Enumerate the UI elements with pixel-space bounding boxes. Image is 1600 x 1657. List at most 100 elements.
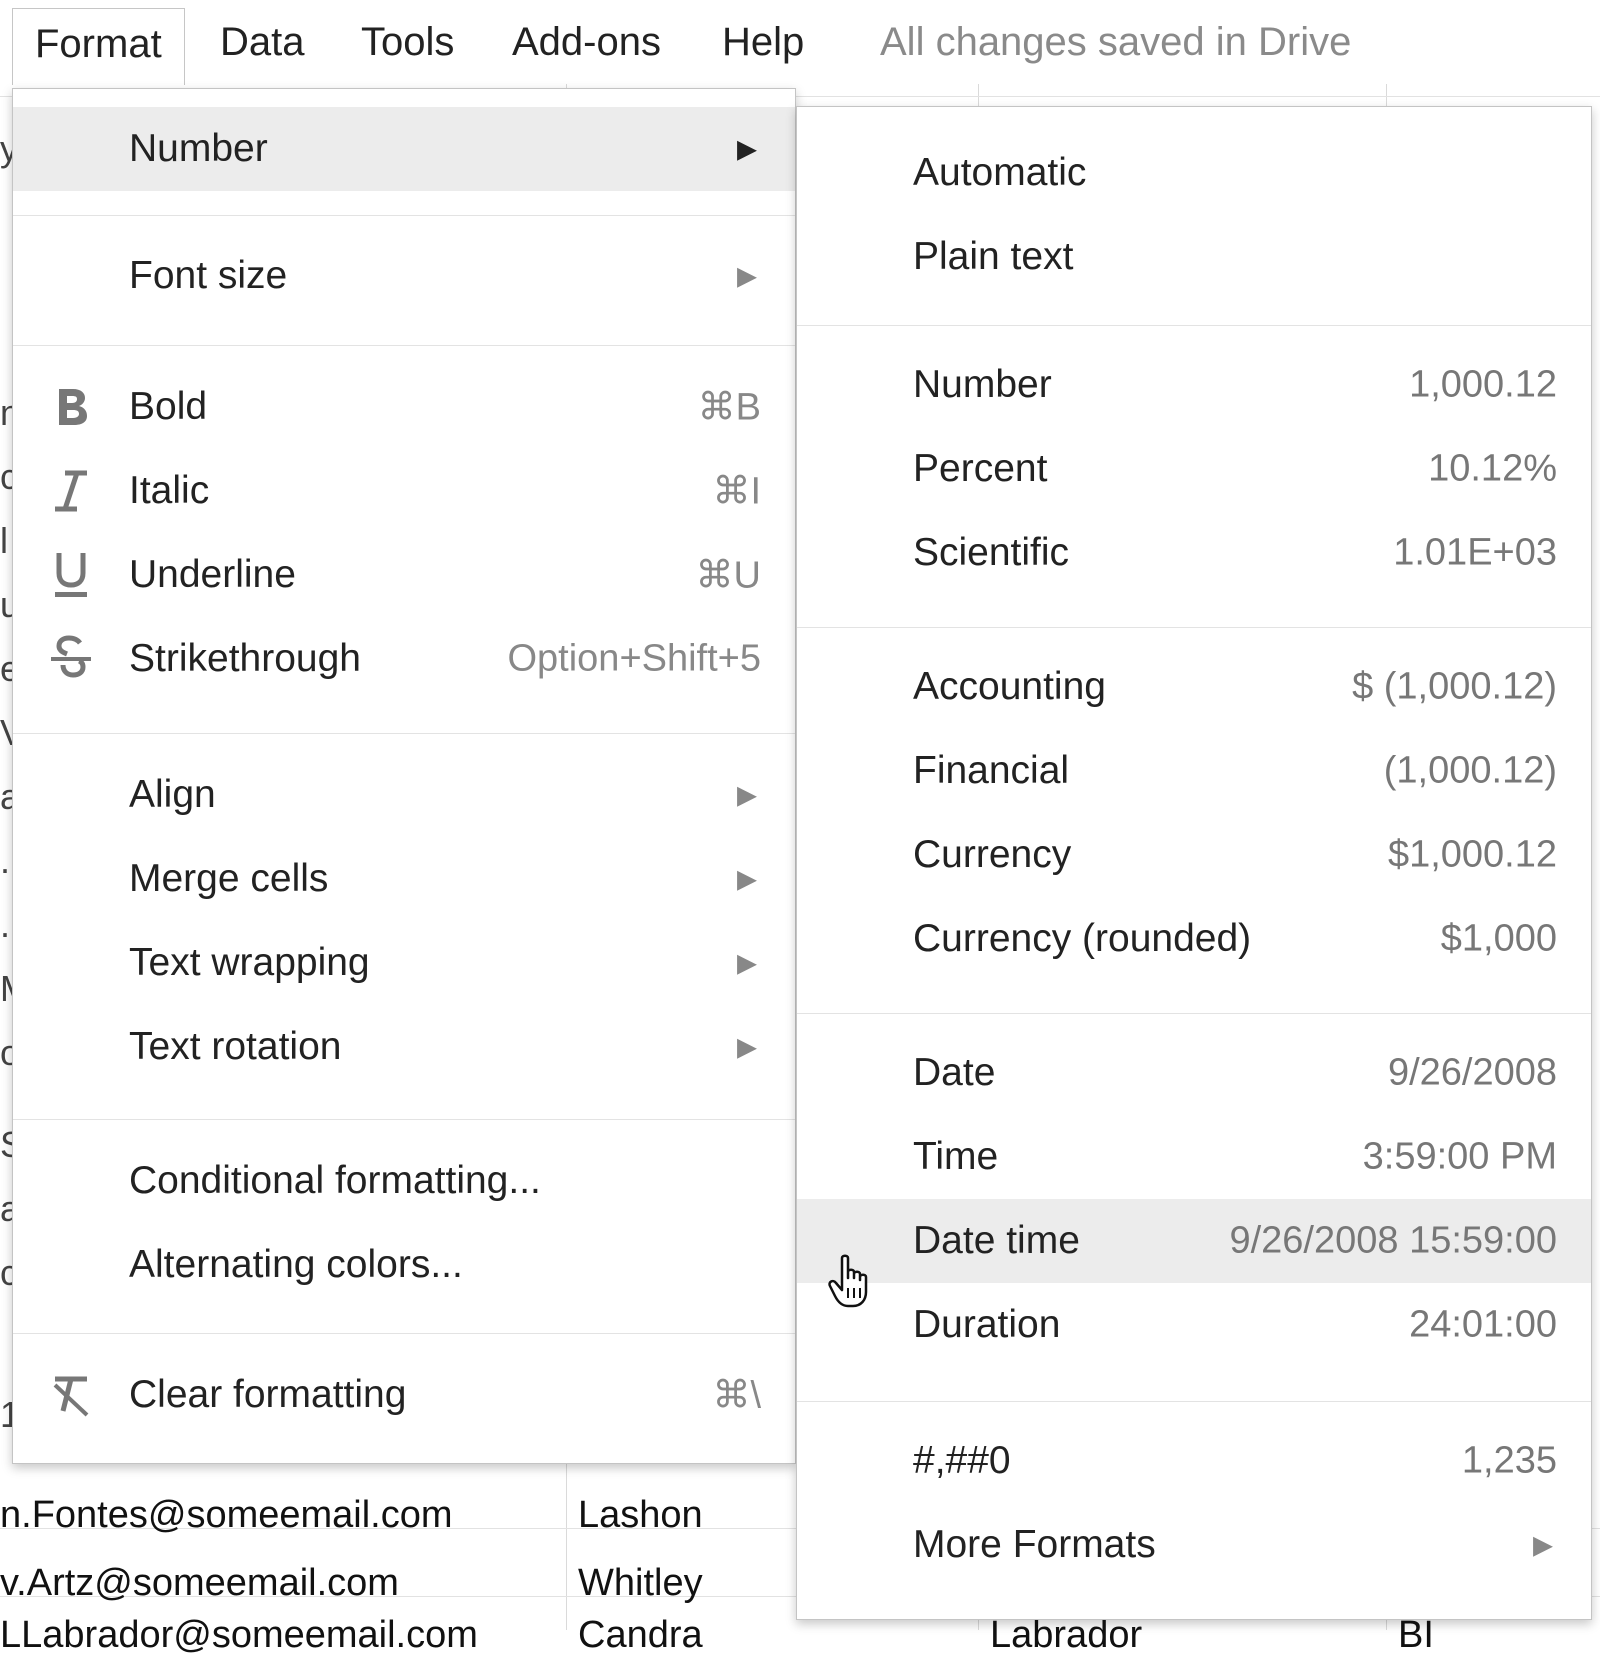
menubar: Format Data Tools Add-ons Help All chang… bbox=[0, 0, 1600, 85]
number-item-label: Percent bbox=[913, 447, 1048, 490]
number-item-plain-text[interactable]: Plain text bbox=[797, 215, 1591, 299]
menu-item-conditional-formatting[interactable]: Conditional formatting... bbox=[13, 1139, 795, 1223]
strikethrough-icon bbox=[49, 635, 93, 683]
menu-help[interactable]: Help bbox=[722, 14, 804, 70]
cell-email[interactable]: n.Fontes@someemail.com bbox=[0, 1494, 453, 1537]
number-item-date-time[interactable]: Date time 9/26/2008 15:59:00 bbox=[797, 1199, 1591, 1283]
menu-item-merge-cells[interactable]: Merge cells ▶ bbox=[13, 837, 795, 921]
format-menu: Number ▶ Font size ▶ Bold ⌘B Italic ⌘I U… bbox=[12, 88, 796, 1464]
menu-item-label: Font size bbox=[129, 254, 288, 297]
menu-item-label: Clear formatting bbox=[129, 1373, 407, 1416]
submenu-arrow-icon: ▶ bbox=[737, 779, 757, 810]
format-sample: 9/26/2008 15:59:00 bbox=[1229, 1219, 1557, 1262]
number-item-label: Currency bbox=[913, 833, 1072, 876]
number-item-currency-rounded[interactable]: Currency (rounded) $1,000 bbox=[797, 897, 1591, 981]
number-item-label: Scientific bbox=[913, 531, 1070, 574]
menu-item-font-size[interactable]: Font size ▶ bbox=[13, 234, 795, 318]
shortcut-label: Option+Shift+5 bbox=[507, 637, 761, 680]
cell-email[interactable]: v.Artz@someemail.com bbox=[0, 1562, 399, 1605]
number-item-more-formats[interactable]: More Formats ▶ bbox=[797, 1503, 1591, 1587]
menu-item-label: Conditional formatting... bbox=[129, 1159, 541, 1202]
menu-tools[interactable]: Tools bbox=[361, 14, 454, 70]
menu-separator bbox=[13, 215, 795, 216]
menu-item-label: Italic bbox=[129, 469, 210, 512]
cell-first-name[interactable]: Lashon bbox=[578, 1494, 703, 1537]
number-item-label: Financial bbox=[913, 749, 1070, 792]
submenu-arrow-icon: ▶ bbox=[737, 863, 757, 894]
menu-item-text-rotation[interactable]: Text rotation ▶ bbox=[13, 1005, 795, 1089]
cell-fragment: . bbox=[0, 840, 11, 881]
menu-item-bold[interactable]: Bold ⌘B bbox=[13, 365, 795, 449]
number-item-financial[interactable]: Financial (1,000.12) bbox=[797, 729, 1591, 813]
format-sample: $1,000.12 bbox=[1387, 833, 1557, 876]
shortcut-label: ⌘B bbox=[697, 386, 761, 429]
menu-item-strikethrough[interactable]: Strikethrough Option+Shift+5 bbox=[13, 617, 795, 701]
menu-item-clear-formatting[interactable]: Clear formatting ⌘\ bbox=[13, 1353, 795, 1437]
number-format-submenu: Automatic Plain text Number 1,000.12 Per… bbox=[796, 106, 1592, 1620]
number-item-label: Date bbox=[913, 1051, 996, 1094]
save-status: All changes saved in Drive bbox=[880, 20, 1352, 64]
menu-separator bbox=[797, 1401, 1591, 1402]
number-item-percent[interactable]: Percent 10.12% bbox=[797, 427, 1591, 511]
menu-add-ons[interactable]: Add-ons bbox=[512, 14, 661, 70]
number-item-label: Currency (rounded) bbox=[913, 917, 1252, 960]
number-item-label: Number bbox=[913, 363, 1052, 406]
submenu-arrow-icon: ▶ bbox=[1533, 1529, 1553, 1560]
cell-last-name[interactable]: Labrador bbox=[990, 1614, 1142, 1657]
number-item-number[interactable]: Number 1,000.12 bbox=[797, 343, 1591, 427]
bold-icon bbox=[49, 383, 93, 431]
number-item-scientific[interactable]: Scientific 1.01E+03 bbox=[797, 511, 1591, 595]
menu-separator bbox=[797, 627, 1591, 628]
number-item-label: Plain text bbox=[913, 235, 1074, 278]
number-item-label: Accounting bbox=[913, 665, 1106, 708]
cell-email[interactable]: LLabrador@someemail.com bbox=[0, 1614, 478, 1657]
format-sample: 1.01E+03 bbox=[1393, 531, 1557, 574]
menu-separator bbox=[13, 733, 795, 734]
menu-format[interactable]: Format bbox=[12, 8, 185, 85]
format-sample: 1,235 bbox=[1461, 1439, 1557, 1482]
menu-separator bbox=[797, 1013, 1591, 1014]
number-item-label: #,##0 bbox=[913, 1439, 1011, 1482]
format-sample: $1,000 bbox=[1440, 917, 1557, 960]
format-sample: (1,000.12) bbox=[1383, 749, 1557, 792]
number-item-label: More Formats bbox=[913, 1523, 1156, 1566]
cell-fragment: . bbox=[0, 904, 11, 945]
number-item-custom-format[interactable]: #,##0 1,235 bbox=[797, 1419, 1591, 1503]
number-item-automatic[interactable]: Automatic bbox=[797, 131, 1591, 215]
clear-formatting-icon bbox=[49, 1371, 93, 1419]
number-item-label: Time bbox=[913, 1135, 999, 1178]
number-item-duration[interactable]: Duration 24:01:00 bbox=[797, 1283, 1591, 1367]
menu-item-label: Text wrapping bbox=[129, 941, 370, 984]
submenu-arrow-icon: ▶ bbox=[737, 947, 757, 978]
menu-item-align[interactable]: Align ▶ bbox=[13, 753, 795, 837]
submenu-arrow-icon: ▶ bbox=[737, 133, 757, 164]
submenu-arrow-icon: ▶ bbox=[737, 1031, 757, 1062]
cell-extra[interactable]: BI bbox=[1398, 1614, 1434, 1657]
number-item-currency[interactable]: Currency $1,000.12 bbox=[797, 813, 1591, 897]
menu-separator bbox=[13, 1333, 795, 1334]
menu-item-italic[interactable]: Italic ⌘I bbox=[13, 449, 795, 533]
menu-item-text-wrapping[interactable]: Text wrapping ▶ bbox=[13, 921, 795, 1005]
number-item-time[interactable]: Time 3:59:00 PM bbox=[797, 1115, 1591, 1199]
shortcut-label: ⌘\ bbox=[712, 1374, 761, 1417]
menu-data[interactable]: Data bbox=[220, 14, 305, 70]
menu-item-label: Text rotation bbox=[129, 1025, 342, 1068]
underline-icon bbox=[49, 551, 93, 599]
shortcut-label: ⌘U bbox=[695, 554, 761, 597]
menu-item-label: Strikethrough bbox=[129, 637, 361, 680]
number-item-date[interactable]: Date 9/26/2008 bbox=[797, 1031, 1591, 1115]
menu-separator bbox=[797, 325, 1591, 326]
menu-item-underline[interactable]: Underline ⌘U bbox=[13, 533, 795, 617]
format-sample: $ (1,000.12) bbox=[1352, 665, 1557, 708]
menu-item-label: Number bbox=[129, 127, 268, 170]
menu-item-label: Bold bbox=[129, 385, 208, 428]
menu-item-number[interactable]: Number ▶ bbox=[13, 107, 795, 191]
cell-first-name[interactable]: Candra bbox=[578, 1614, 703, 1657]
format-sample: 1,000.12 bbox=[1409, 363, 1557, 406]
submenu-arrow-icon: ▶ bbox=[737, 260, 757, 291]
number-item-accounting[interactable]: Accounting $ (1,000.12) bbox=[797, 645, 1591, 729]
shortcut-label: ⌘I bbox=[712, 470, 761, 513]
menu-item-alternating-colors[interactable]: Alternating colors... bbox=[13, 1223, 795, 1307]
number-item-label: Duration bbox=[913, 1303, 1061, 1346]
cell-first-name[interactable]: Whitley bbox=[578, 1562, 703, 1605]
